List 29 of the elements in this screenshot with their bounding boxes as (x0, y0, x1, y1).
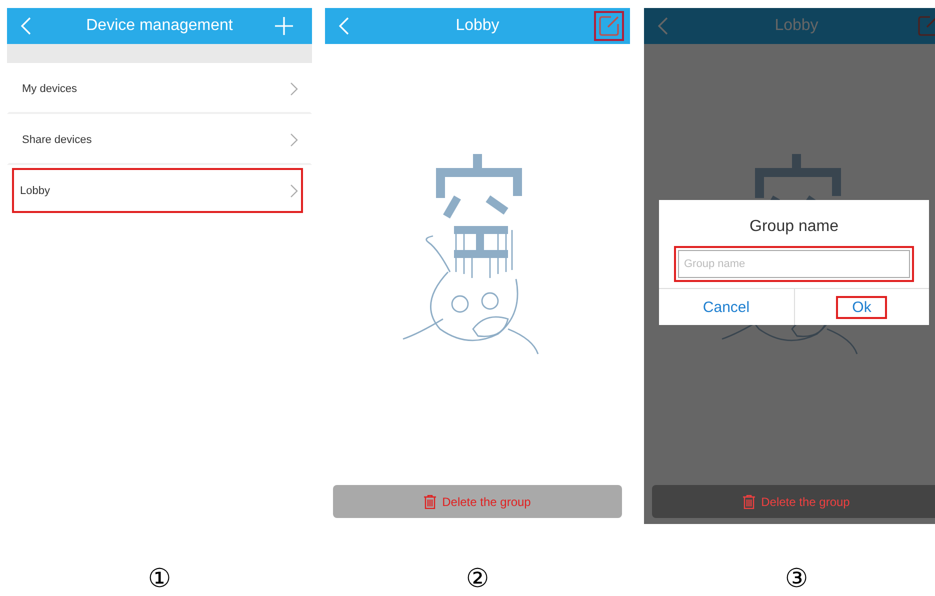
edit-icon (917, 15, 935, 37)
trash-icon (743, 494, 756, 508)
step-number: ② (464, 564, 490, 594)
list-item[interactable]: Share devices (7, 114, 312, 165)
edit-button[interactable] (594, 11, 624, 41)
list-item[interactable]: Lobby (12, 168, 303, 213)
screen-title: Device management (86, 17, 233, 35)
edit-icon (598, 15, 620, 37)
step-number: ① (146, 564, 172, 594)
delete-group-button[interactable]: Delete the group (652, 485, 935, 518)
list-item-label: Lobby (20, 184, 50, 196)
dialog-button[interactable]: Cancel (686, 296, 766, 318)
back-icon[interactable] (339, 17, 349, 35)
screen-title: Lobby (456, 17, 500, 35)
trash-icon (424, 494, 436, 508)
list-item-label: Share devices (22, 134, 92, 146)
back-icon[interactable] (658, 17, 668, 35)
list-item[interactable]: My devices (7, 63, 312, 114)
chevron-icon (290, 184, 298, 198)
step-number: ③ (784, 564, 810, 594)
list-item-label: My devices (22, 82, 78, 94)
back-icon[interactable] (21, 17, 31, 35)
group-name-field[interactable]: Group name (674, 246, 914, 282)
screen-title: Lobby (774, 17, 818, 35)
chevron-icon (290, 132, 298, 146)
dialog-button[interactable]: Ok (836, 296, 888, 318)
add-icon[interactable] (275, 17, 293, 35)
chevron-icon (290, 82, 298, 96)
dialog-title: Group name (748, 217, 840, 237)
